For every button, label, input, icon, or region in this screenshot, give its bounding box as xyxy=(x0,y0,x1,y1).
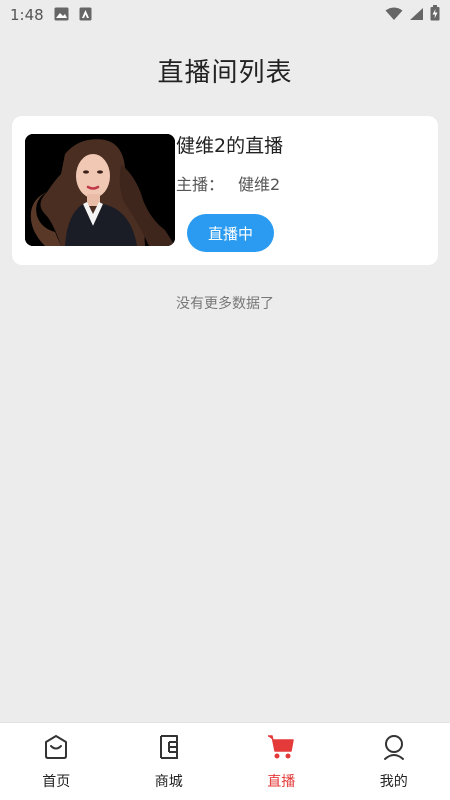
status-bar: 1:48 xyxy=(0,0,450,30)
host-line: 主播： 健维2 xyxy=(176,171,280,195)
nav-item-home[interactable]: 首页 xyxy=(0,723,113,800)
host-label: 主播： xyxy=(176,175,225,194)
host-name: 健维2 xyxy=(238,175,281,194)
nav-label-home: 首页 xyxy=(42,774,71,790)
no-more-data-text: 没有更多数据了 xyxy=(176,296,274,312)
live-status-button[interactable]: 直播中 xyxy=(187,214,274,252)
battery-icon xyxy=(430,5,440,25)
status-right-icons xyxy=(385,5,440,25)
nav-label-mall: 商城 xyxy=(154,774,183,790)
status-time: 1:48 xyxy=(10,6,44,24)
app-notification-icon xyxy=(79,6,92,25)
nav-item-live[interactable]: 直播 xyxy=(225,723,338,800)
live-cart-icon xyxy=(267,733,295,761)
nav-label-live: 直播 xyxy=(267,774,296,790)
cellular-signal-icon xyxy=(409,6,424,25)
user-icon xyxy=(380,733,408,761)
nav-item-mine[interactable]: 我的 xyxy=(338,723,450,800)
nav-label-mine: 我的 xyxy=(379,774,408,790)
mall-icon xyxy=(155,733,183,761)
bottom-nav: 首页 商城 直播 我的 xyxy=(0,722,450,800)
home-bag-icon xyxy=(42,733,70,761)
image-notification-icon xyxy=(54,6,69,25)
status-left-icons xyxy=(54,6,92,25)
wifi-icon xyxy=(385,6,403,25)
nav-item-mall[interactable]: 商城 xyxy=(113,723,226,800)
live-room-thumbnail[interactable] xyxy=(25,134,175,246)
page-title: 直播间列表 xyxy=(157,58,293,88)
live-room-title[interactable]: 健维2的直播 xyxy=(176,131,283,158)
screen: 1:48 直播间列表 健维2的直播 主播： 健维2 直播中 没有更多数据了 首页… xyxy=(0,0,450,800)
